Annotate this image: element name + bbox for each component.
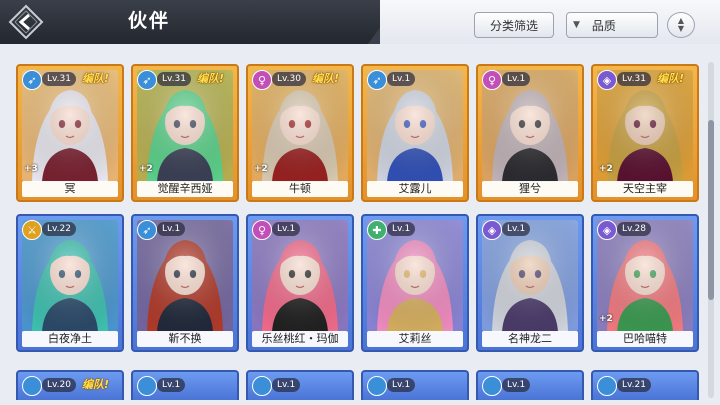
partner-card[interactable]: ♀ Lv.1 乐丝桃红・玛伽: [246, 214, 354, 352]
mage-icon: ♀: [252, 70, 272, 90]
level-tag: Lv.1: [157, 378, 186, 392]
star-rank-badge: +3: [24, 164, 38, 174]
level-tag: Lv.1: [502, 378, 531, 392]
mage-icon: ♀: [252, 220, 272, 240]
mage-icon: ♀: [482, 70, 502, 90]
character-name: 巴哈喵特: [597, 331, 693, 347]
level-tag: Lv.31: [42, 72, 76, 86]
partner-card[interactable]: ✚ Lv.1 艾莉丝: [361, 214, 469, 352]
star-rank-badge: +2: [599, 164, 613, 174]
shield-icon: ◈: [597, 70, 617, 90]
partner-card[interactable]: ➶ Lv.1 靳不换: [131, 214, 239, 352]
filter-button-label: 分类筛选: [489, 18, 538, 33]
character-name: 觉醒辛西娅: [137, 181, 233, 197]
partner-card[interactable]: ◈ Lv.31 天空主宰 编队! +2: [591, 64, 699, 202]
star-rank-badge: +2: [254, 164, 268, 174]
back-arrow-icon: [8, 4, 44, 40]
partner-card[interactable]: ♀ Lv.1 狸兮: [476, 64, 584, 202]
level-tag: Lv.1: [272, 222, 301, 236]
level-tag: Lv.28: [617, 222, 651, 236]
character-name: 冥: [22, 181, 118, 197]
partner-card[interactable]: ♀ Lv.30 牛顿 编队! +2: [246, 64, 354, 202]
level-tag: Lv.20: [42, 378, 76, 392]
page-title: 伙伴: [128, 10, 171, 32]
team-badge: 编队!: [312, 72, 340, 85]
level-tag: Lv.1: [502, 222, 531, 236]
level-tag: Lv.31: [617, 72, 651, 86]
class-icon: [482, 376, 502, 396]
team-badge: 编队!: [82, 378, 110, 391]
team-badge: 编队!: [82, 72, 110, 85]
partner-card[interactable]: ◈ Lv.28 巴哈喵特 +2: [591, 214, 699, 352]
class-icon: [367, 376, 387, 396]
shield-icon: ◈: [597, 220, 617, 240]
class-icon: [137, 376, 157, 396]
title-band: [0, 0, 400, 44]
star-rank-badge: +2: [139, 164, 153, 174]
scrollbar-thumb[interactable]: [708, 120, 714, 300]
sort-toggle-button[interactable]: ▲ ▼: [667, 12, 695, 38]
bow-icon: ➶: [22, 70, 42, 90]
bow-icon: ➶: [367, 70, 387, 90]
sort-arrows-icon: ▲ ▼: [677, 16, 685, 33]
team-badge: 编队!: [657, 72, 685, 85]
character-name: 靳不换: [137, 331, 233, 347]
level-tag: Lv.31: [157, 72, 191, 86]
partner-card-partial[interactable]: Lv.1: [361, 370, 469, 400]
level-tag: Lv.1: [387, 72, 416, 86]
character-name: 名神龙二: [482, 331, 578, 347]
sword-icon: ⚔: [22, 220, 42, 240]
level-tag: Lv.1: [272, 378, 301, 392]
partner-card[interactable]: ⚔ Lv.22 白夜净土: [16, 214, 124, 352]
partner-card[interactable]: ➶ Lv.31 冥 编队! +3: [16, 64, 124, 202]
character-name: 狸兮: [482, 181, 578, 197]
star-rank-badge: +2: [599, 314, 613, 324]
partner-card-partial[interactable]: Lv.1: [476, 370, 584, 400]
bow-icon: ➶: [137, 220, 157, 240]
class-icon: [22, 376, 42, 396]
character-name: 牛顿: [252, 181, 348, 197]
level-tag: Lv.30: [272, 72, 306, 86]
filter-button[interactable]: 分类筛选: [474, 12, 554, 38]
partner-card-partial[interactable]: Lv.21: [591, 370, 699, 400]
bow-icon: ➶: [137, 70, 157, 90]
partner-card-partial[interactable]: Lv.1: [131, 370, 239, 400]
top-bar: 伙伴 分类筛选 ▼ 品质 ▲ ▼: [0, 0, 720, 44]
heal-icon: ✚: [367, 220, 387, 240]
class-icon: [252, 376, 272, 396]
character-name: 白夜净土: [22, 331, 118, 347]
partner-card-partial[interactable]: Lv.20 编队!: [16, 370, 124, 400]
character-name: 天空主宰: [597, 181, 693, 197]
team-badge: 编队!: [197, 72, 225, 85]
level-tag: Lv.1: [502, 72, 531, 86]
level-tag: Lv.1: [387, 222, 416, 236]
level-tag: Lv.1: [387, 378, 416, 392]
back-button[interactable]: [4, 2, 48, 42]
partner-card[interactable]: ➶ Lv.1 艾露儿: [361, 64, 469, 202]
quality-dropdown[interactable]: ▼ 品质: [566, 12, 658, 38]
partner-card[interactable]: ➶ Lv.31 觉醒辛西娅 编队! +2: [131, 64, 239, 202]
character-name: 艾莉丝: [367, 331, 463, 347]
partner-card[interactable]: ◈ Lv.1 名神龙二: [476, 214, 584, 352]
shield-icon: ◈: [482, 220, 502, 240]
level-tag: Lv.22: [42, 222, 76, 236]
partner-card-partial[interactable]: Lv.1: [246, 370, 354, 400]
character-name: 艾露儿: [367, 181, 463, 197]
chevron-down-icon: ▼: [573, 20, 580, 30]
class-icon: [597, 376, 617, 396]
level-tag: Lv.1: [157, 222, 186, 236]
character-name: 乐丝桃红・玛伽: [252, 331, 348, 347]
quality-label: 品质: [591, 18, 616, 33]
level-tag: Lv.21: [617, 378, 651, 392]
